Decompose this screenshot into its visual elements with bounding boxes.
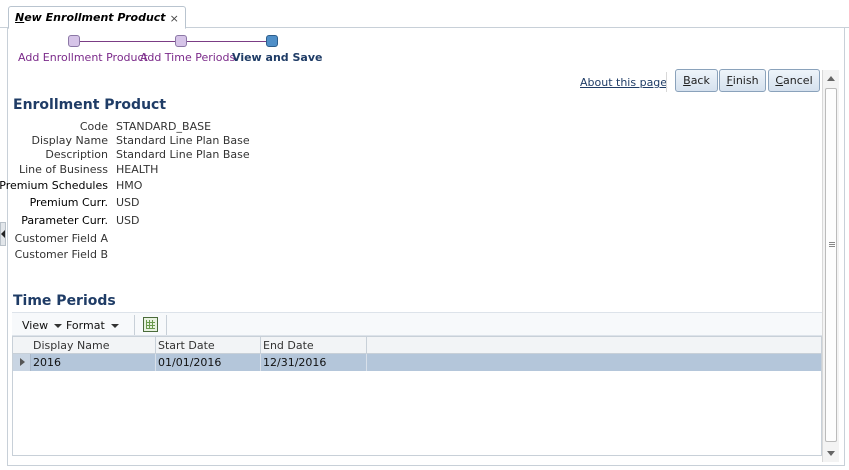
- train-stop-add-time-periods[interactable]: [175, 35, 187, 47]
- table-header: Display Name Start Date End Date: [13, 337, 821, 354]
- view-menu-label: View: [22, 319, 49, 332]
- code-value: STANDARD_BASE: [116, 120, 212, 133]
- chevron-down-icon: [54, 323, 63, 328]
- cell-divider: [155, 354, 156, 371]
- excel-export-icon[interactable]: [143, 317, 158, 332]
- line-of-business-value: HEALTH: [116, 163, 159, 176]
- time-periods-heading: Time Periods: [13, 293, 116, 309]
- parameter-curr-label: Parameter Curr.: [21, 214, 108, 227]
- customer-field-b-label: Customer Field B: [14, 248, 108, 261]
- collapse-pane-icon[interactable]: [0, 222, 6, 246]
- column-divider[interactable]: [366, 337, 367, 354]
- finish-label: inish: [732, 74, 759, 87]
- toolbar-separator: [666, 72, 667, 92]
- cell-end-date: 12/31/2016: [263, 356, 327, 369]
- line-of-business-label: Line of Business: [18, 163, 108, 176]
- train-label-add-enrollment-product[interactable]: Add Enrollment Product: [18, 51, 148, 64]
- display-name-value: Standard Line Plan Base: [116, 134, 250, 147]
- scrollbar-thumb[interactable]: [825, 88, 837, 442]
- tab-strip: New Enrollment Product ×: [0, 0, 849, 29]
- column-header-display-name[interactable]: Display Name: [33, 339, 110, 352]
- table-toolbar: View Format: [12, 312, 822, 336]
- cell-divider: [260, 354, 261, 371]
- premium-curr-value: USD: [116, 196, 140, 209]
- about-this-page-link[interactable]: About this page: [580, 76, 667, 89]
- back-mnemonic: B: [683, 74, 691, 87]
- toolbar-separator: [134, 315, 135, 335]
- premium-schedules-label: Premium Schedules: [0, 179, 108, 192]
- cancel-mnemonic: C: [775, 74, 784, 87]
- column-divider[interactable]: [260, 337, 261, 354]
- column-header-start-date[interactable]: Start Date: [158, 339, 215, 352]
- train-connector: [80, 41, 177, 42]
- tab-title-mnemonic: N: [15, 11, 25, 24]
- format-menu[interactable]: Format: [66, 319, 119, 332]
- description-label: Description: [45, 148, 108, 161]
- back-button[interactable]: Back: [675, 69, 718, 92]
- customer-field-a-label: Customer Field A: [14, 232, 108, 245]
- cell-divider: [366, 354, 367, 371]
- premium-curr-label: Premium Curr.: [29, 196, 108, 209]
- scroll-up-icon[interactable]: [827, 76, 835, 81]
- train-label-add-time-periods[interactable]: Add Time Periods: [140, 51, 235, 64]
- chevron-down-icon: [110, 323, 119, 328]
- cancel-label: ancel: [783, 74, 813, 87]
- cancel-button[interactable]: Cancel: [768, 69, 820, 92]
- toolbar-separator: [166, 315, 167, 335]
- row-expand-icon[interactable]: [13, 354, 31, 371]
- vertical-scrollbar[interactable]: [822, 70, 839, 462]
- view-menu[interactable]: View: [22, 319, 63, 332]
- train-stop-view-and-save: [266, 35, 278, 47]
- back-label: ack: [690, 74, 710, 87]
- tab-title: New Enrollment Product: [15, 11, 166, 28]
- premium-schedules-value: HMO: [116, 179, 143, 192]
- column-divider[interactable]: [155, 337, 156, 354]
- format-menu-label: Format: [66, 319, 105, 332]
- table-row[interactable]: 2016 01/01/2016 12/31/2016: [13, 354, 821, 371]
- grip-icon: [829, 241, 835, 247]
- cell-display-name: 2016: [33, 356, 61, 369]
- train-stop-add-enrollment-product[interactable]: [68, 35, 80, 47]
- time-periods-table: Display Name Start Date End Date 2016 01…: [12, 336, 822, 456]
- display-name-label: Display Name: [31, 134, 109, 147]
- cell-start-date: 01/01/2016: [158, 356, 222, 369]
- close-icon[interactable]: ×: [170, 12, 179, 28]
- train-label-view-and-save: View and Save: [232, 51, 323, 64]
- tab-title-rest: ew Enrollment Product: [24, 11, 166, 24]
- enrollment-product-heading: Enrollment Product: [13, 97, 167, 113]
- parameter-curr-value: USD: [116, 214, 140, 227]
- finish-button[interactable]: Finish: [719, 69, 766, 92]
- description-value: Standard Line Plan Base: [116, 148, 250, 161]
- code-label: Code: [79, 120, 108, 133]
- scroll-down-icon[interactable]: [827, 451, 835, 456]
- tab-new-enrollment-product[interactable]: New Enrollment Product ×: [8, 6, 186, 29]
- train-connector: [187, 41, 267, 42]
- column-header-end-date[interactable]: End Date: [263, 339, 314, 352]
